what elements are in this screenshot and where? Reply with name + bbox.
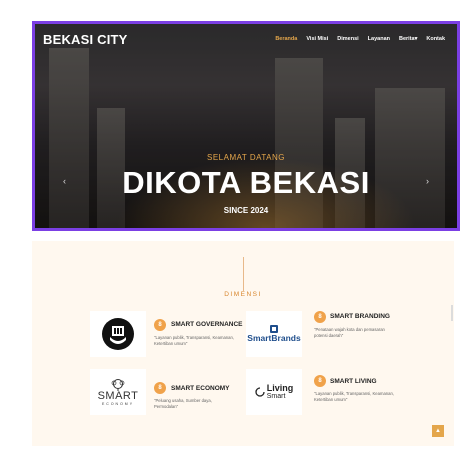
back-to-top-button[interactable]: ▲ <box>432 425 444 437</box>
dimensi-title-living: SMART LIVING <box>330 378 377 385</box>
hero-title: DIKOTA BEKASI <box>122 165 370 200</box>
chevron-down-icon: ▾ <box>414 36 418 42</box>
hero-banner: BEKASI CITY Beranda Visi Misi Dimensi La… <box>32 21 460 231</box>
nav-dimensi[interactable]: Dimensi <box>337 36 358 42</box>
smartbrands-logo: SmartBrands <box>246 311 302 357</box>
main-nav: Beranda Visi Misi Dimensi Layanan Berita… <box>275 36 445 42</box>
nav-layanan[interactable]: Layanan <box>368 36 390 42</box>
nav-visi-misi[interactable]: Visi Misi <box>306 36 328 42</box>
dimensi-desc-branding: "Penataan wajah kota dan pemasaran poten… <box>314 327 385 339</box>
dimensi-title-branding: SMART BRANDING <box>330 313 390 320</box>
smartbrands-icon <box>270 325 278 333</box>
dimensi-badge-icon: 8 <box>314 311 326 323</box>
hero-since: SINCE 2024 <box>223 206 269 215</box>
dimensi-desc-economy: "Peluang usaha, Sumber daya, Permodalan" <box>154 398 212 410</box>
nav-beranda[interactable]: Beranda <box>275 36 297 42</box>
dimensi-desc-governance: "Layanan publik, Transparansi, Keamanan,… <box>154 335 234 347</box>
living-ring-icon <box>255 387 265 397</box>
hero-welcome: SELAMAT DATANG <box>207 153 285 162</box>
dimensi-badge-icon: 8 <box>314 375 326 387</box>
governance-hands-icon <box>102 318 134 350</box>
section-divider <box>243 257 244 291</box>
smart-economy-logo: SMART ECONOMY <box>90 369 146 415</box>
dimensi-title-economy: SMART ECONOMY <box>171 385 230 392</box>
section-title: DIMENSI <box>224 291 262 298</box>
smart-governance-logo <box>90 311 146 357</box>
nav-kontak[interactable]: Kontak <box>426 36 445 42</box>
economy-tree-icon <box>111 378 125 391</box>
dimensi-badge-icon: 8 <box>154 382 166 394</box>
scroll-indicator <box>451 305 453 321</box>
dimensi-title-governance: SMART GOVERNANCE <box>171 321 243 328</box>
dimensi-badge-icon: 8 <box>154 319 166 331</box>
dimensi-desc-living: "Layanan publik, Transparansi, Keamanan,… <box>314 391 394 403</box>
site-brand[interactable]: BEKASI CITY <box>43 32 128 47</box>
dimensi-section: DIMENSI 8 SMART GOVERNANCE "Layanan publ… <box>32 241 454 446</box>
smart-living-logo: Living Smart <box>246 369 302 415</box>
nav-berita[interactable]: Berita▾ <box>399 36 417 42</box>
